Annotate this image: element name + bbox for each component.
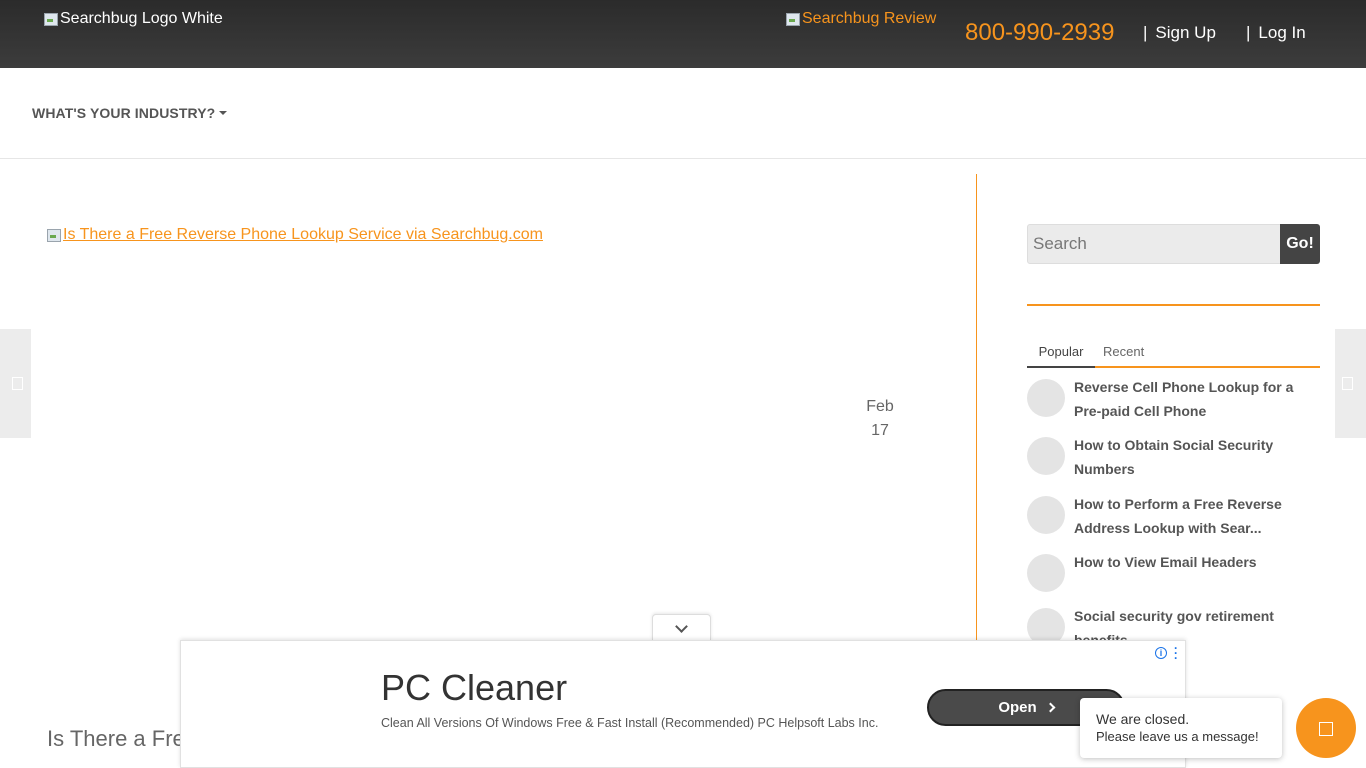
industry-dropdown[interactable]: WHAT'S YOUR INDUSTRY? <box>32 105 228 121</box>
previous-arrow-icon <box>12 377 23 390</box>
tab-recent[interactable]: Recent <box>1103 344 1144 359</box>
ad-title[interactable]: PC Cleaner <box>381 667 567 709</box>
ad-description: Clean All Versions Of Windows Free & Fas… <box>381 716 879 730</box>
signup-link[interactable]: Sign Up <box>1155 23 1215 42</box>
post-featured-image-link[interactable]: Is There a Free Reverse Phone Lookup Ser… <box>46 226 543 244</box>
post-date: Feb 17 <box>852 395 908 443</box>
searchbug-logo[interactable]: Searchbug Logo White <box>43 10 223 28</box>
next-arrow-icon <box>1342 377 1353 390</box>
phone-number-link[interactable]: 800-990-2939 <box>965 19 1114 47</box>
search-input[interactable] <box>1027 224 1281 264</box>
post-link[interactable]: How to Obtain Social Security Numbers <box>1074 434 1322 481</box>
separator: | <box>1143 23 1148 42</box>
logo-alt-text: Searchbug Logo White <box>60 10 223 27</box>
post-image-alt-text: Is There a Free Reverse Phone Lookup Ser… <box>63 226 543 243</box>
next-post-tab[interactable] <box>1335 329 1366 438</box>
industry-dropdown-label: WHAT'S YOUR INDUSTRY? <box>32 105 216 121</box>
chat-status-bubble[interactable]: We are closed. Please leave us a message… <box>1080 698 1282 758</box>
searchbug-review-badge[interactable]: Searchbug Review <box>785 10 936 28</box>
ad-open-label: Open <box>998 699 1037 716</box>
tab-popular[interactable]: Popular <box>1027 344 1095 368</box>
posts-tabs: Popular Recent <box>1027 336 1320 368</box>
sidebar-search: Go! <box>1027 224 1320 264</box>
ad-banner: PC Cleaner Clean All Versions Of Windows… <box>180 640 1186 768</box>
sidebar-divider <box>1027 304 1320 306</box>
post-thumbnail <box>1027 554 1065 592</box>
chevron-down-icon <box>675 620 688 633</box>
broken-image-icon <box>785 11 801 27</box>
caret-down-icon <box>219 111 228 115</box>
post-thumbnail <box>1027 437 1065 475</box>
previous-post-tab[interactable] <box>0 329 31 438</box>
ad-info-icon[interactable]: i <box>1155 647 1167 659</box>
login-link[interactable]: Log In <box>1258 23 1305 42</box>
signup-group: | Sign Up <box>1143 23 1216 43</box>
nav-bar: WHAT'S YOUR INDUSTRY? <box>0 68 1366 159</box>
post-title: Is There a Free <box>47 726 197 751</box>
review-alt-text: Searchbug Review <box>802 10 937 27</box>
ad-collapse-button[interactable] <box>652 614 711 641</box>
chat-icon <box>1319 722 1333 736</box>
login-group: | Log In <box>1246 23 1306 43</box>
post-date-month: Feb <box>866 398 894 415</box>
chevron-right-icon <box>1045 702 1056 713</box>
chat-leave-message-text: Please leave us a message! <box>1096 729 1259 744</box>
post-date-day: 17 <box>871 422 889 439</box>
post-thumbnail <box>1027 496 1065 534</box>
top-header: Searchbug Logo White Searchbug Review 80… <box>0 0 1366 68</box>
post-thumbnail <box>1027 379 1065 417</box>
post-link[interactable]: Reverse Cell Phone Lookup for a Pre-paid… <box>1074 376 1322 423</box>
post-link[interactable]: How to View Email Headers <box>1074 551 1322 575</box>
search-go-button[interactable]: Go! <box>1280 224 1320 264</box>
post-link[interactable]: How to Perform a Free Reverse Address Lo… <box>1074 493 1322 540</box>
chat-closed-text: We are closed. <box>1096 711 1190 727</box>
separator: | <box>1246 23 1251 42</box>
ad-menu-icon[interactable]: · · · <box>1174 642 1178 664</box>
chat-launcher-button[interactable] <box>1296 698 1356 758</box>
content-divider <box>976 174 977 644</box>
broken-image-icon <box>43 11 59 27</box>
broken-image-icon <box>46 227 62 243</box>
